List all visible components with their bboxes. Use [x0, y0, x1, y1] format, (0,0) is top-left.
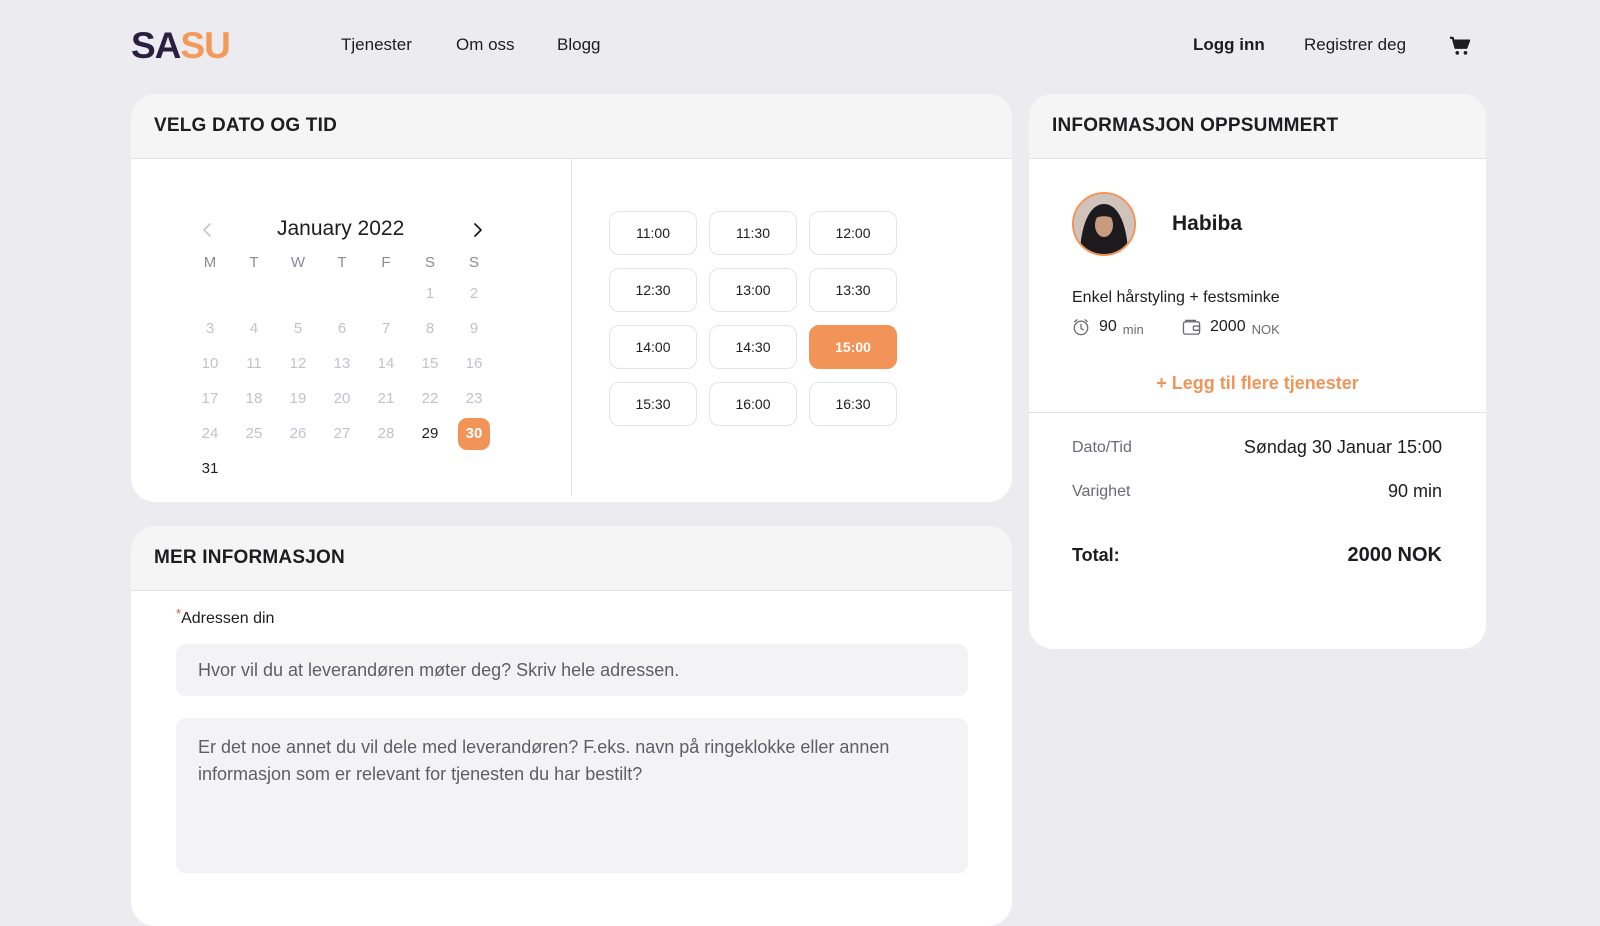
calendar-day[interactable]: 19	[282, 383, 314, 415]
total-value: 2000 NOK	[1347, 544, 1443, 566]
calendar-day[interactable]: 20	[326, 383, 358, 415]
time-slot[interactable]: 12:00	[809, 211, 897, 255]
calendar-day[interactable]: 26	[282, 418, 314, 450]
calendar-day[interactable]: 17	[194, 383, 226, 415]
price-meta: 2000 NOK	[1182, 318, 1280, 337]
weekday-header: T	[249, 254, 259, 271]
calendar-day[interactable]: 25	[238, 418, 270, 450]
calendar-day[interactable]: 16	[458, 348, 490, 380]
calendar-day[interactable]: 3	[194, 313, 226, 345]
time-slot[interactable]: 11:00	[609, 211, 697, 255]
calendar-divider	[571, 158, 572, 496]
time-slot[interactable]: 14:30	[709, 325, 797, 369]
datetime-card: VELG DATO OG TID January 2022 MTWTFSS123…	[131, 94, 1012, 502]
calendar-day[interactable]: 13	[326, 348, 358, 380]
logo[interactable]: SASU	[131, 25, 231, 66]
address-label-text: Adressen din	[181, 610, 275, 627]
date-value: Søndag 30 Januar 15:00	[1243, 437, 1442, 457]
duration-full-value: 90 min	[1387, 481, 1442, 501]
wallet-icon	[1182, 319, 1201, 335]
calendar-day[interactable]: 24	[194, 418, 226, 450]
duration-meta: 90 min	[1072, 318, 1144, 337]
calendar-month: January 2022	[277, 217, 405, 240]
login-link[interactable]: Logg inn	[1193, 35, 1265, 55]
chevron-left-icon[interactable]	[198, 220, 218, 240]
time-slot[interactable]: 15:00	[809, 325, 897, 369]
calendar-day[interactable]: 8	[414, 313, 446, 345]
summary-card-header: INFORMASJON OPPSUMMERT	[1029, 94, 1486, 159]
required-mark: *	[176, 606, 182, 621]
time-slot[interactable]: 13:30	[809, 268, 897, 312]
logo-part2: SU	[180, 25, 230, 66]
nav-tjenester[interactable]: Tjenester	[341, 35, 412, 55]
calendar-day[interactable]: 12	[282, 348, 314, 380]
weekday-header: M	[203, 254, 217, 271]
cart-icon[interactable]	[1449, 36, 1471, 56]
avatar-image	[1074, 194, 1134, 254]
duration-value: 90	[1099, 318, 1117, 335]
weekday-header: S	[424, 254, 435, 271]
notes-textarea[interactable]	[176, 718, 968, 873]
add-more-services-link[interactable]: + Legg til flere tjenester	[1029, 373, 1486, 394]
register-link[interactable]: Registrer deg	[1304, 35, 1406, 55]
calendar-day[interactable]: 2	[458, 278, 490, 310]
more-info-card: MER INFORMASJON *Adressen din	[131, 526, 1012, 926]
calendar-day[interactable]: 9	[458, 313, 490, 345]
address-label: *Adressen din	[176, 606, 275, 628]
summary-title: INFORMASJON OPPSUMMERT	[1052, 115, 1339, 136]
time-slot[interactable]: 14:00	[609, 325, 697, 369]
chevron-right-icon[interactable]	[467, 220, 487, 240]
time-slot[interactable]: 12:30	[609, 268, 697, 312]
calendar-day[interactable]: 15	[414, 348, 446, 380]
calendar-day[interactable]: 23	[458, 383, 490, 415]
clock-icon	[1073, 319, 1089, 336]
calendar-day[interactable]: 30	[458, 418, 490, 450]
time-slot[interactable]: 16:30	[809, 382, 897, 426]
datetime-title: VELG DATO OG TID	[154, 115, 338, 136]
calendar-day[interactable]: 27	[326, 418, 358, 450]
price-value: 2000	[1210, 318, 1246, 335]
calendar-day[interactable]: 29	[414, 418, 446, 450]
calendar-day[interactable]: 5	[282, 313, 314, 345]
duration-label: Varighet	[1072, 483, 1131, 500]
more-info-card-header: MER INFORMASJON	[131, 526, 1012, 591]
calendar-day[interactable]: 14	[370, 348, 402, 380]
calendar-day[interactable]: 1	[414, 278, 446, 310]
nav-om-oss[interactable]: Om oss	[456, 35, 515, 55]
time-slot[interactable]: 15:30	[609, 382, 697, 426]
more-info-title: MER INFORMASJON	[154, 547, 345, 568]
weekday-header: S	[468, 254, 479, 271]
address-input[interactable]	[176, 644, 968, 696]
calendar-day[interactable]: 7	[370, 313, 402, 345]
weekday-header: W	[290, 254, 306, 271]
time-slot[interactable]: 16:00	[709, 382, 797, 426]
calendar-day[interactable]: 18	[238, 383, 270, 415]
provider-name: Habiba	[1172, 212, 1243, 235]
total-label: Total:	[1072, 545, 1120, 565]
calendar-day[interactable]: 21	[370, 383, 402, 415]
price-unit: NOK	[1251, 321, 1280, 337]
summary-divider	[1029, 412, 1486, 413]
calendar-day[interactable]: 22	[414, 383, 446, 415]
calendar-day[interactable]: 6	[326, 313, 358, 345]
logo-part1: SA	[131, 25, 181, 66]
calendar-day[interactable]: 10	[194, 348, 226, 380]
summary-card: INFORMASJON OPPSUMMERT Habiba Enkel hårs…	[1029, 94, 1486, 649]
calendar-day[interactable]: 31	[194, 453, 226, 485]
duration-unit: min	[1122, 321, 1144, 337]
avatar	[1072, 192, 1136, 256]
calendar-day[interactable]: 4	[238, 313, 270, 345]
calendar-day[interactable]: 28	[370, 418, 402, 450]
time-slot[interactable]: 13:00	[709, 268, 797, 312]
time-slot[interactable]: 11:30	[709, 211, 797, 255]
nav-blogg[interactable]: Blogg	[557, 35, 600, 55]
datetime-card-header: VELG DATO OG TID	[131, 94, 1012, 159]
weekday-header: F	[381, 254, 391, 271]
date-label: Dato/Tid	[1072, 439, 1132, 456]
service-name: Enkel hårstyling + festsminke	[1072, 289, 1280, 306]
weekday-header: T	[337, 254, 347, 271]
calendar-day[interactable]: 11	[238, 348, 270, 380]
